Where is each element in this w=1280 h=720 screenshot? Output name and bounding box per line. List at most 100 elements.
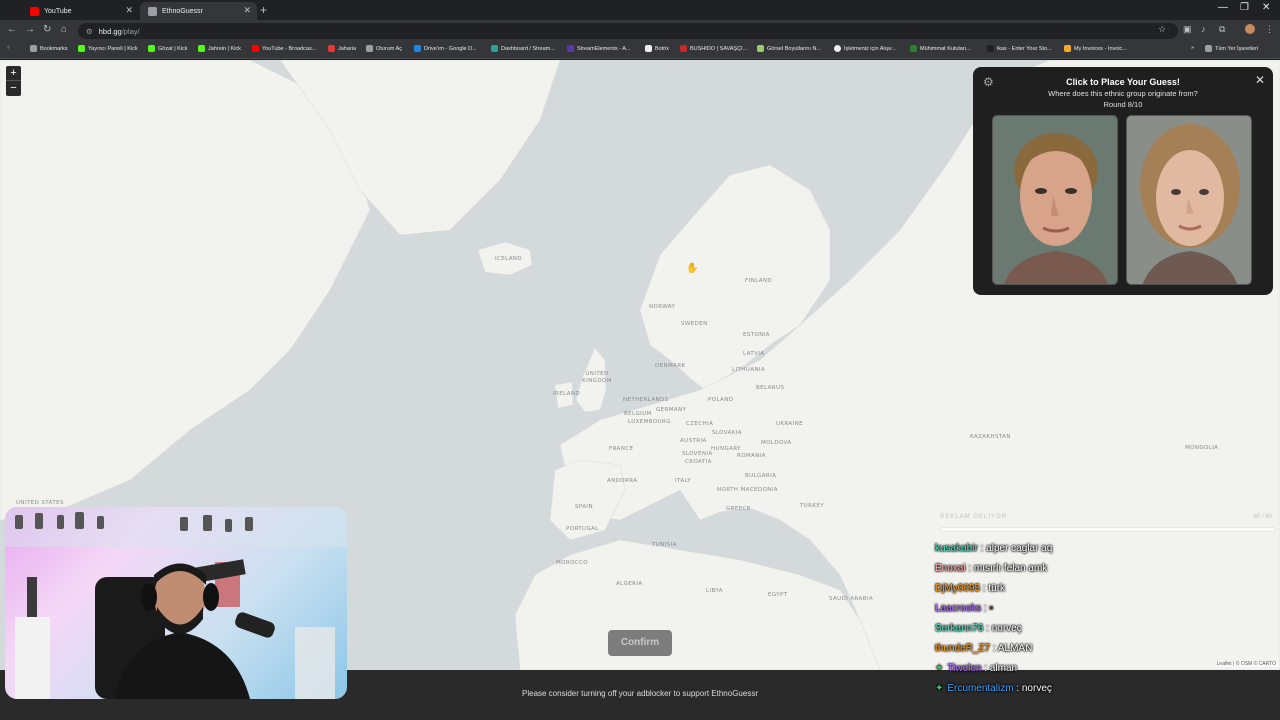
bookmark-label: Oturum Aç (376, 45, 402, 52)
bookmark-item[interactable]: BUSHIDO | SAVAŞÇI... (680, 45, 747, 52)
bookmark-label: Drive'ım - Google D... (424, 45, 477, 52)
bookmark-item[interactable]: Gözat | Kick (148, 45, 188, 52)
back-icon[interactable]: ← (7, 24, 17, 35)
gem-badge-icon: ✦ (935, 683, 944, 694)
chat-text: ALMAN (997, 643, 1033, 654)
star-icon (30, 45, 37, 52)
star-icon[interactable]: ☆ (1158, 24, 1166, 35)
map-label-andorra: ANDORRA (607, 478, 638, 484)
menu-icon[interactable]: ⋮ (1265, 24, 1274, 35)
extensions-icon[interactable]: ⧉ (1219, 24, 1225, 35)
map-label-netherlands: NETHERLANDS (623, 397, 669, 403)
folder-icon (1205, 45, 1212, 52)
new-tab-button[interactable]: + (260, 3, 267, 17)
close-tab-icon[interactable]: ✕ (243, 5, 251, 16)
map-label-estonia: ESTONIA (743, 332, 770, 338)
address-bar[interactable]: ⚙ hbd.gg /play/ (78, 23, 1178, 39)
bookmark-item[interactable]: ikas - Enter Your Sto... (987, 45, 1052, 52)
zoom-out-button[interactable]: − (6, 81, 21, 96)
map-label-slovakia: SLOVAKIA (712, 430, 742, 436)
bookmark-item[interactable]: StreamElements - A... (567, 45, 631, 52)
chat-emote: ▪ (989, 603, 994, 614)
profile-avatar[interactable] (1245, 24, 1255, 34)
bookmark-item[interactable]: Oturum Aç (366, 45, 402, 52)
confirm-button[interactable]: Confirm (608, 630, 672, 656)
map-label-greece: GREECE (726, 506, 751, 512)
male-face-image[interactable] (992, 115, 1118, 285)
chat-username: Tiwelen (947, 663, 982, 674)
map-label-finland: FINLAND (745, 278, 773, 284)
close-tab-icon[interactable]: ✕ (125, 5, 133, 16)
map-label-ireland: IRELAND (553, 391, 581, 397)
bookmark-label: Botrix (655, 45, 670, 52)
bookmark-item[interactable]: Yayıncı Paneli | Kick (78, 45, 138, 52)
tab-ethnoguessr[interactable]: EthnoGuessr ✕ (140, 2, 257, 20)
map-label-spain: SPAIN (575, 504, 593, 510)
chat-text: norveç (991, 623, 1022, 634)
cast-icon[interactable]: ▣ (1183, 24, 1192, 35)
chat-message: kusakabir : alper caglar aq (935, 543, 1053, 554)
chat-ad-counter: 60 / 60 (1253, 514, 1272, 520)
bookmark-item[interactable]: Jaharia (328, 45, 356, 52)
chat-message: thundeR_Z7 : ALMAN (935, 643, 1033, 654)
chat-username: Enoxai (935, 563, 966, 574)
chat-message: Serkann76 : norveç (935, 623, 1022, 634)
map-label-uk: UNITED KINGDOM (582, 371, 612, 384)
zoom-in-button[interactable]: + (6, 66, 21, 81)
gem-badge-icon: ✦ (935, 663, 944, 674)
bookmark-item[interactable]: YouTube - Broadcas... (252, 45, 316, 52)
chat-username: Laacrooks (935, 603, 982, 614)
map-label-austria: AUSTRIA (680, 438, 707, 444)
site-icon (328, 45, 335, 52)
map-label-morocco: MOROCCO (556, 560, 589, 566)
bookmark-item[interactable]: İşletmeniz için Alışv... (834, 45, 896, 52)
chat-text: alper caglar aq (986, 543, 1053, 554)
bookmark-item[interactable]: Botrix (645, 45, 669, 52)
media-icon[interactable]: ♪ (1201, 24, 1206, 34)
kick-icon (198, 45, 205, 52)
bookmark-label: Tüm Yer İşaretleri (1215, 45, 1259, 52)
bookmark-item[interactable]: Jahrein | Kick (198, 45, 241, 52)
bookmark-item[interactable]: Bookmarks (30, 45, 68, 52)
chat-text: mısırlı felan amk (973, 563, 1048, 574)
chat-text: norveç (1021, 683, 1052, 694)
chat-text: türk (988, 583, 1006, 594)
forward-icon[interactable]: → (25, 24, 35, 35)
all-bookmarks[interactable]: Tüm Yer İşaretleri (1205, 45, 1258, 52)
chat-username: Ercumentalizm (947, 683, 1014, 694)
url-path: /play/ (121, 26, 140, 36)
map-label-sweden: SWEDEN (681, 321, 708, 327)
bookmarks-bar: ⁘ Bookmarks Yayıncı Paneli | Kick Gözat … (0, 42, 1280, 59)
chat-message: Laacrooks : ▪ (935, 603, 994, 614)
bookmark-item[interactable]: Drive'ım - Google D... (414, 45, 477, 52)
youtube-icon (252, 45, 259, 52)
guess-card-subtitle: Where does this ethnic group originate f… (1048, 89, 1198, 98)
bookmark-item[interactable]: Mühimmat Kutuları... (910, 45, 971, 52)
site-icon (757, 45, 764, 52)
tab-title: EthnoGuessr (162, 7, 203, 15)
maximize-icon[interactable]: ❐ (1240, 2, 1249, 13)
map-label-belgium: BELGIUM (624, 411, 652, 417)
youtube-icon (30, 6, 39, 16)
bookmark-item[interactable]: Görsel Boyutlarını N... (757, 45, 821, 52)
minimize-icon[interactable]: — (1218, 2, 1228, 13)
bookmark-label: Yayıncı Paneli | Kick (88, 45, 138, 52)
home-icon[interactable]: ⌂ (61, 24, 67, 35)
site-info-icon[interactable]: ⚙ (86, 27, 93, 36)
webcam-overlay (5, 507, 347, 699)
female-face-image[interactable] (1126, 115, 1252, 285)
map-label-libya: LIBYA (706, 588, 723, 594)
page-viewport: + − ICELAND NORWAY SWEDEN FINLAND ESTONI… (0, 60, 1280, 720)
apps-icon[interactable]: ⁘ (6, 45, 11, 51)
map-label-czechia: CZECHIA (686, 421, 714, 427)
tab-youtube[interactable]: YouTube ✕ (22, 2, 139, 20)
bookmark-item[interactable]: My Invoices - Invoic... (1064, 45, 1127, 52)
map-label-egypt: EGYPT (768, 592, 788, 598)
streamelements-icon (567, 45, 574, 52)
reload-icon[interactable]: ↻ (43, 24, 51, 35)
kick-icon (148, 45, 155, 52)
more-bookmarks-icon[interactable]: » (1191, 45, 1194, 51)
bookmark-item[interactable]: Dashboard / Stream... (491, 45, 555, 52)
map-label-slovenia: SLOVENIA (682, 451, 713, 457)
close-window-icon[interactable]: ✕ (1262, 2, 1270, 13)
